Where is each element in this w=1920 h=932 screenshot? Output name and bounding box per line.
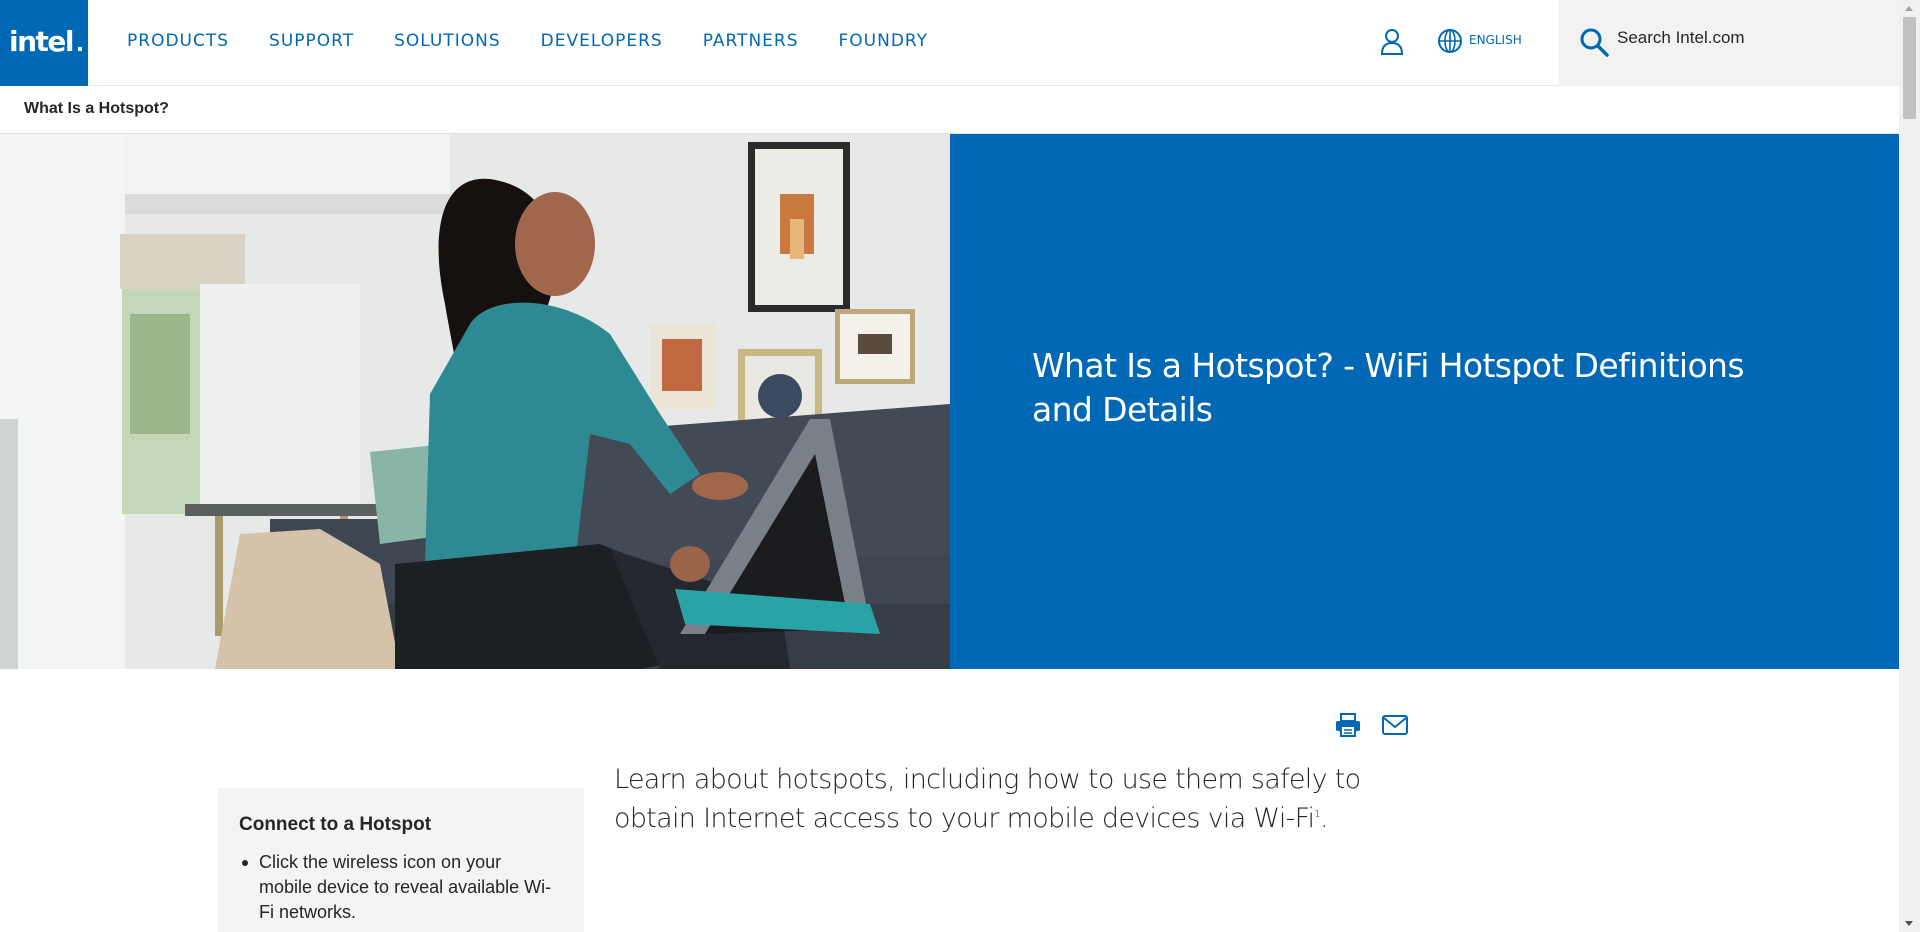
search-box[interactable]	[1559, 0, 1899, 86]
language-label: ENGLISH	[1469, 33, 1522, 47]
breadcrumb-current-page: What Is a Hotspot?	[24, 100, 169, 117]
sidebar-title: Connect to a Hotspot	[239, 814, 432, 835]
intel-logo[interactable]: intel	[0, 0, 88, 86]
share-tools	[1335, 712, 1408, 738]
hero-banner: What Is a Hotspot? - WiFi Hotspot Defini…	[0, 134, 1899, 669]
connect-hotspot-sidebar: Connect to a Hotspot Click the wireless …	[218, 788, 584, 932]
nav-developers[interactable]: DEVELOPERS	[541, 31, 663, 51]
search-input[interactable]	[1617, 28, 1877, 48]
list-item: Click the wireless icon on your mobile d…	[239, 850, 559, 925]
email-icon[interactable]	[1381, 712, 1408, 738]
language-selector[interactable]: ENGLISH	[1437, 28, 1522, 59]
nav-partners[interactable]: PARTNERS	[703, 31, 799, 51]
hero-title-panel: What Is a Hotspot? - WiFi Hotspot Defini…	[950, 134, 1899, 669]
search-icon[interactable]	[1579, 27, 1609, 57]
nav-support[interactable]: SUPPORT	[269, 31, 354, 51]
nav-foundry[interactable]: FOUNDRY	[839, 31, 929, 51]
print-icon[interactable]	[1335, 712, 1361, 738]
scroll-thumb[interactable]	[1903, 17, 1916, 119]
globe-icon	[1437, 28, 1463, 59]
nav-solutions[interactable]: SOLUTIONS	[394, 31, 501, 51]
logo-dot	[78, 47, 82, 51]
site-header: intel PRODUCTS SUPPORT SOLUTIONS DEVELOP…	[0, 0, 1899, 86]
sidebar-list: Click the wireless icon on your mobile d…	[239, 850, 563, 925]
hero-title: What Is a Hotspot? - WiFi Hotspot Defini…	[1032, 346, 1745, 429]
hero-image	[0, 134, 950, 669]
intro-paragraph: Learn about hotspots, including how to u…	[614, 762, 1374, 836]
intro-text: Learn about hotspots, including how to u…	[614, 764, 1361, 834]
user-icon[interactable]	[1380, 28, 1404, 56]
page-scrollbar[interactable]	[1899, 0, 1920, 932]
nav-products[interactable]: PRODUCTS	[127, 31, 229, 51]
logo-text: intel	[9, 25, 75, 58]
main-nav: PRODUCTS SUPPORT SOLUTIONS DEVELOPERS PA…	[127, 31, 968, 51]
breadcrumb: What Is a Hotspot?	[0, 86, 1899, 134]
scroll-up-arrow[interactable]	[1905, 6, 1913, 11]
intro-end: .	[1320, 803, 1329, 834]
scroll-down-arrow[interactable]	[1905, 921, 1913, 926]
